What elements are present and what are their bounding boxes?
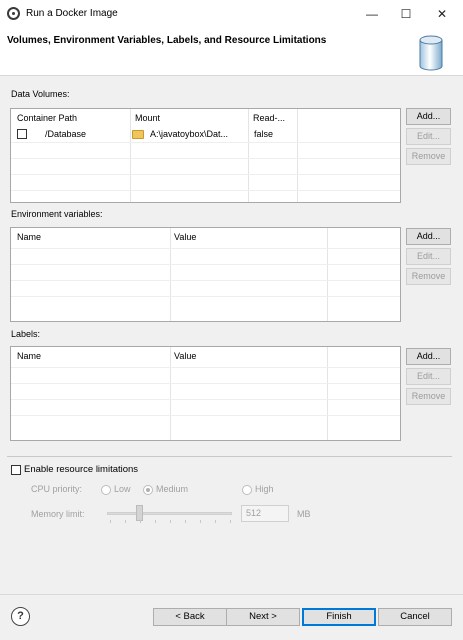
column-divider	[327, 228, 328, 321]
row-divider	[11, 367, 400, 368]
row-divider	[11, 264, 400, 265]
page-title: Volumes, Environment Variables, Labels, …	[7, 35, 327, 46]
cpu-low-radio[interactable]	[101, 485, 111, 495]
data-volume-edit-button[interactable]: Edit...	[406, 128, 451, 145]
cpu-high-label[interactable]: High	[255, 484, 274, 494]
slider-tick	[185, 520, 186, 523]
column-header-name[interactable]: Name	[17, 232, 41, 242]
slider-tick	[110, 520, 111, 523]
column-divider	[130, 109, 131, 202]
data-volume-add-button[interactable]: Add...	[406, 108, 451, 125]
column-header-value[interactable]: Value	[174, 351, 196, 361]
cpu-medium-label[interactable]: Medium	[156, 484, 188, 494]
next-button[interactable]: Next >	[226, 608, 300, 626]
enable-resource-limitations-checkbox[interactable]	[11, 465, 21, 475]
table-header: Container Path Mount Read-...	[11, 109, 400, 129]
finish-button[interactable]: Finish	[302, 608, 376, 626]
env-vars-table[interactable]: Name Value	[10, 227, 401, 322]
window-title: Run a Docker Image	[26, 8, 118, 19]
row-checkbox[interactable]	[17, 129, 27, 139]
column-header-value[interactable]: Value	[174, 232, 196, 242]
eclipse-app-icon	[7, 7, 20, 20]
database-icon	[419, 35, 443, 71]
column-header-container-path[interactable]: Container Path	[17, 113, 77, 123]
read-only-cell: false	[254, 129, 274, 139]
row-divider	[11, 248, 400, 249]
cancel-button[interactable]: Cancel	[378, 608, 452, 626]
memory-limit-label: Memory limit:	[31, 509, 85, 519]
env-var-add-button[interactable]: Add...	[406, 228, 451, 245]
row-divider	[11, 280, 400, 281]
container-path-cell: /Database	[45, 129, 87, 139]
env-var-remove-button[interactable]: Remove	[406, 268, 451, 285]
env-vars-label: Environment variables:	[11, 209, 103, 219]
column-divider	[170, 347, 171, 440]
section-separator	[7, 456, 452, 457]
row-divider	[11, 399, 400, 400]
cpu-high-radio[interactable]	[242, 485, 252, 495]
env-var-edit-button[interactable]: Edit...	[406, 248, 451, 265]
slider-tick	[200, 520, 201, 523]
row-divider	[11, 158, 400, 159]
mount-cell: A:\javatoybox\Dat...	[150, 129, 229, 139]
column-divider	[327, 347, 328, 440]
folder-icon	[132, 130, 144, 139]
label-remove-button[interactable]: Remove	[406, 388, 451, 405]
column-divider	[248, 109, 249, 202]
table-header: Name Value	[11, 347, 400, 367]
slider-tick	[155, 520, 156, 523]
label-edit-button[interactable]: Edit...	[406, 368, 451, 385]
table-header: Name Value	[11, 228, 400, 248]
column-header-name[interactable]: Name	[17, 351, 41, 361]
row-divider	[11, 190, 400, 191]
data-volume-remove-button[interactable]: Remove	[406, 148, 451, 165]
help-icon[interactable]: ?	[11, 607, 30, 626]
row-divider	[11, 174, 400, 175]
cpu-low-label[interactable]: Low	[114, 484, 131, 494]
row-divider	[11, 142, 400, 143]
memory-slider-thumb[interactable]	[136, 505, 143, 521]
footer-separator	[0, 594, 463, 595]
cpu-medium-radio[interactable]	[143, 485, 153, 495]
enable-resource-limitations-label[interactable]: Enable resource limitations	[24, 464, 138, 475]
minimize-button[interactable]: —	[357, 4, 387, 24]
cpu-priority-label: CPU priority:	[31, 484, 83, 494]
slider-tick	[125, 520, 126, 523]
row-divider	[11, 415, 400, 416]
slider-tick	[215, 520, 216, 523]
memory-slider-track[interactable]	[107, 512, 232, 515]
title-bar: Run a Docker Image — ☐ ✕	[0, 0, 463, 28]
memory-limit-input[interactable]: 512	[241, 505, 289, 522]
close-button[interactable]: ✕	[427, 4, 457, 24]
column-header-read-only[interactable]: Read-...	[253, 113, 285, 123]
labels-table[interactable]: Name Value	[10, 346, 401, 441]
label-add-button[interactable]: Add...	[406, 348, 451, 365]
data-volumes-table[interactable]: Container Path Mount Read-... /Database …	[10, 108, 401, 203]
row-divider	[11, 296, 400, 297]
column-header-mount[interactable]: Mount	[135, 113, 160, 123]
column-divider	[297, 109, 298, 202]
slider-tick	[230, 520, 231, 523]
slider-tick	[140, 520, 141, 523]
slider-tick	[170, 520, 171, 523]
row-divider	[11, 383, 400, 384]
labels-label: Labels:	[11, 329, 41, 339]
back-button[interactable]: < Back	[153, 608, 227, 626]
column-divider	[170, 228, 171, 321]
memory-unit-label: MB	[297, 509, 311, 519]
wizard-header: Volumes, Environment Variables, Labels, …	[0, 28, 463, 76]
data-volumes-label: Data Volumes:	[11, 89, 70, 99]
maximize-button[interactable]: ☐	[391, 4, 421, 24]
